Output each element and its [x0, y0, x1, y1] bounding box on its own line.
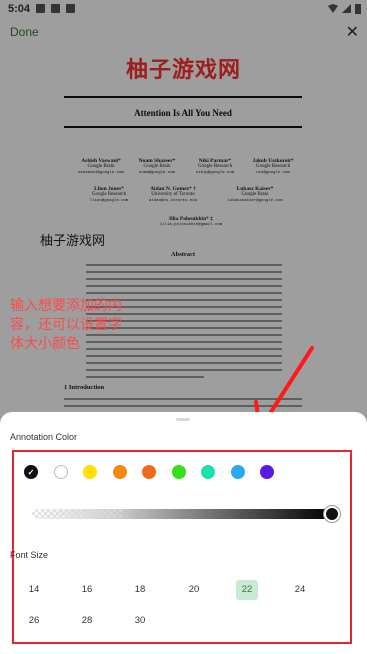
check-icon: ✓ — [27, 467, 35, 477]
color-swatch[interactable] — [53, 465, 68, 479]
font-size-option[interactable]: 24 — [289, 580, 311, 600]
color-swatch[interactable] — [230, 465, 245, 479]
highlight-frame — [12, 450, 352, 644]
font-size-label: Font Size — [10, 550, 49, 560]
font-size-option[interactable]: 16 — [76, 580, 98, 600]
font-size-option[interactable]: 22 — [236, 580, 258, 600]
color-swatch[interactable] — [142, 465, 156, 479]
opacity-slider[interactable] — [32, 506, 340, 522]
opacity-slider-thumb[interactable] — [324, 506, 340, 522]
font-size-option[interactable]: 18 — [129, 580, 151, 600]
sheet-drag-handle[interactable] — [176, 418, 190, 421]
font-size-option[interactable]: 28 — [76, 611, 98, 631]
color-swatch[interactable]: ✓ — [24, 465, 38, 479]
color-swatch[interactable] — [112, 465, 127, 479]
opacity-slider-track[interactable] — [32, 509, 332, 519]
annotation-bottom-sheet: Annotation Color ✓ Font Size 14 16 18 20 22 2… — [0, 412, 367, 654]
color-swatch[interactable] — [201, 465, 215, 479]
font-size-option[interactable]: 26 — [23, 611, 45, 631]
annotation-color-label: Annotation Color — [10, 432, 78, 442]
annotation-note: 输入想要添加的内容，还可以设置字体大小颜色 — [10, 297, 122, 351]
font-size-option[interactable]: 30 — [129, 611, 151, 631]
color-swatch[interactable] — [83, 465, 97, 479]
color-swatch[interactable] — [171, 465, 186, 479]
font-size-option[interactable]: 20 — [183, 580, 205, 600]
color-swatch[interactable] — [260, 465, 274, 479]
font-size-option[interactable]: 14 — [23, 580, 45, 600]
